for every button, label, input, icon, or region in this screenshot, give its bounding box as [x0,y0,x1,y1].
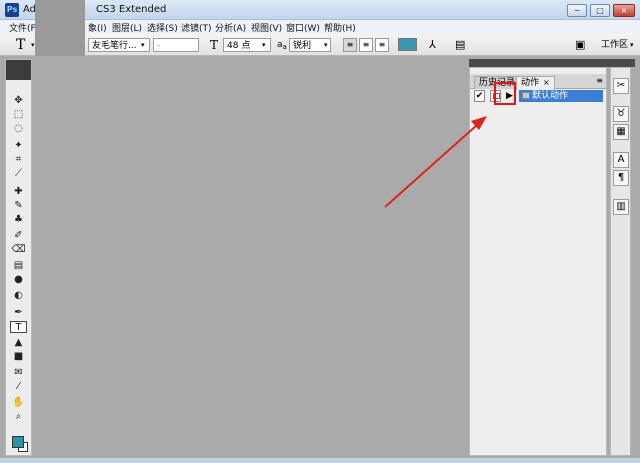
paragraph-icon[interactable]: ¶ [613,170,629,186]
path-selection-icon[interactable]: ▲ [10,337,27,349]
font-style-select[interactable]: - [153,38,199,52]
photoshop-app-icon: Ps [5,3,19,17]
zoom-icon[interactable]: ⌕ [10,411,27,423]
navigator-icon[interactable]: ♉ [613,106,629,122]
tab-actions-label: 动作 [521,78,540,88]
default-actions-set[interactable]: 默认动作 [519,90,603,102]
align-center-button[interactable]: ≡ [359,38,373,52]
tab-actions[interactable]: 动作 × [516,76,555,90]
menu-window[interactable]: 窗口(W) [286,21,320,34]
magic-wand-icon[interactable]: ✦ [10,140,27,152]
close-button[interactable]: × [613,4,635,17]
font-family-value: 友毛笔行... [92,41,137,51]
font-style-value: - [157,41,161,51]
action-set-name: 默认动作 [532,91,569,101]
foreground-color-swatch[interactable] [12,436,24,448]
text-color-swatch[interactable] [398,38,417,51]
warp-text-icon[interactable]: ⅄ [429,38,436,52]
antialias-icon: aa [277,38,287,52]
font-family-dropdown-icon[interactable]: ▾ [141,38,145,52]
menu-view[interactable]: 视图(V) [251,21,282,34]
menu-select[interactable]: 选择(S) [147,21,178,34]
notes-icon[interactable]: ✉ [10,367,27,379]
window-bottom-border [0,458,640,463]
pen-icon[interactable]: ✒ [10,307,27,319]
layers-icon[interactable]: ▦ [613,124,629,140]
tools-panel-grip[interactable] [6,60,31,80]
type-icon[interactable]: T [10,321,27,333]
clone-stamp-icon[interactable]: ♣ [10,214,27,226]
eraser-icon[interactable]: ⌫ [10,244,27,256]
right-dock: 历史记录 动作 × ≡ ✔ ▶ 默认动作 ✂ ♉ ▦ A ¶ ▥ [469,59,635,456]
brush-icon[interactable]: ✎ [10,200,27,212]
maximize-button[interactable]: □ [590,4,610,17]
tool-presets-icon[interactable]: ✂ [613,78,629,94]
dock-grip[interactable] [469,59,635,67]
hand-icon[interactable]: ✋ [10,397,27,409]
menu-bar: 文件(F) 象(I) 图层(L) 选择(S) 滤镜(T) 分析(A) 视图(V)… [0,20,640,34]
antialias-dropdown-icon[interactable]: ▾ [324,38,328,52]
action-set-row[interactable]: ✔ ▶ 默认动作 [472,90,604,103]
folder-icon [522,92,530,99]
palettes-toggle-icon[interactable]: ▤ [455,38,465,52]
character-icon[interactable]: A [613,152,629,168]
preset-dropdown-icon[interactable]: ▾ [31,38,35,52]
lasso-icon[interactable]: ◌ [10,123,27,135]
menu-layer[interactable]: 图层(L) [112,21,142,34]
type-tool-preset-icon[interactable]: T [16,38,25,52]
histogram-icon[interactable]: ▥ [613,199,629,215]
close-icon[interactable]: × [543,78,550,87]
crop-icon[interactable]: ⌗ [10,154,27,166]
minimize-button[interactable]: − [567,4,587,17]
menu-help[interactable]: 帮助(H) [324,21,356,34]
menu-analysis[interactable]: 分析(A) [215,21,246,34]
align-right-button[interactable]: ≡ [375,38,389,52]
eyedropper-icon[interactable]: ⁄ [10,381,27,393]
workspace-dropdown-icon[interactable]: ▾ [630,38,634,52]
blur-icon[interactable]: ● [10,274,27,286]
menu-image[interactable]: 象(I) [88,21,107,34]
marquee-icon[interactable]: ⬚ [10,109,27,121]
slice-icon[interactable]: ⟋ [10,168,27,180]
antialias-icon-suffix: a [282,43,287,51]
menu-filter[interactable]: 滤镜(T) [181,21,212,34]
title-bar: Ps Adob CS3 Extended − □ × [0,0,640,20]
workspace-button[interactable]: 工作区 [601,38,628,52]
move-icon[interactable]: ✥ [10,95,27,107]
font-size-dropdown-icon[interactable]: ▾ [262,38,266,52]
font-size-icon: T [210,38,219,52]
tool-options-bar: T ▾ 友毛笔行... ▾ - T 48 点 ▾ aa 锐利 ▾ ≡ ≡ ≡ ⅄… [0,34,640,56]
collapsed-panels-strip: ✂ ♉ ▦ A ¶ ▥ [610,67,631,456]
align-left-button[interactable]: ≡ [343,38,357,52]
gradient-icon[interactable]: ▤ [10,260,27,272]
panel-menu-icon[interactable]: ≡ [596,76,603,85]
toggle-item-checkbox[interactable]: ✔ [474,90,485,102]
font-size-value: 48 点 [227,41,251,51]
tools-panel: ✥ ⬚ ◌ ✦ ⌗ ⟋ ✚ ✎ ♣ ✐ ⌫ ▤ ● ◐ ✒ T ▲ ■ ✉ ⁄ ✋ ⌕ [5,59,32,456]
actions-panel: 历史记录 动作 × ≡ ✔ ▶ 默认动作 [469,67,607,456]
dodge-icon[interactable]: ◐ [10,290,27,302]
highlight-box [494,82,516,105]
panel-tabs: 历史记录 动作 × ≡ [470,74,606,90]
workspace-icon[interactable]: ▣ [575,38,585,52]
window-title-suffix: CS3 Extended [96,4,167,15]
antialias-value: 锐利 [293,41,312,51]
history-brush-icon[interactable]: ✐ [10,230,27,242]
healing-brush-icon[interactable]: ✚ [10,186,27,198]
rectangle-icon[interactable]: ■ [10,351,27,363]
